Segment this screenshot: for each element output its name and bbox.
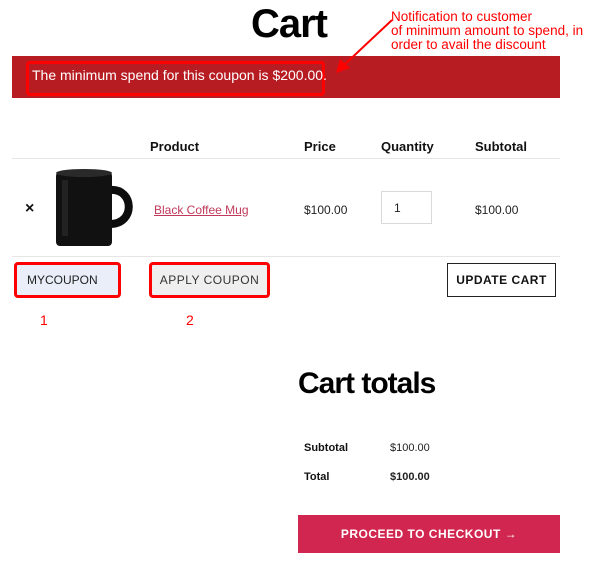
product-price: $100.00 <box>304 203 348 217</box>
coupon-code-input[interactable] <box>14 262 121 298</box>
annotation-arrow <box>336 19 393 73</box>
annotation-callout-line: of minimum amount to spend, in <box>391 23 584 38</box>
column-header-price: Price <box>304 139 336 154</box>
product-name-link[interactable]: Black Coffee Mug <box>154 203 249 217</box>
annotation-callout-line: Notification to customer <box>391 9 533 24</box>
annotation-callout: Notification to customer of minimum amou… <box>391 10 583 52</box>
update-cart-button[interactable]: UPDATE CART <box>447 263 556 297</box>
product-thumbnail-mug[interactable] <box>52 166 138 248</box>
total-value: $100.00 <box>390 471 430 483</box>
total-label: Total <box>304 471 330 483</box>
annotation-label-1: 1 <box>40 312 48 328</box>
notice-message: The minimum spend for this coupon is $20… <box>32 67 327 83</box>
remove-item-icon[interactable]: × <box>25 200 34 218</box>
subtotal-value: $100.00 <box>390 442 430 454</box>
cart-totals-title: Cart totals <box>298 367 436 400</box>
column-header-subtotal: Subtotal <box>475 139 527 154</box>
quantity-input[interactable] <box>381 191 432 224</box>
annotation-label-2: 2 <box>186 312 194 328</box>
column-header-product: Product <box>150 139 200 154</box>
apply-coupon-button[interactable]: APPLY COUPON <box>149 262 270 298</box>
table-divider <box>12 158 560 159</box>
column-header-quantity: Quantity <box>381 139 434 154</box>
product-subtotal: $100.00 <box>475 203 519 217</box>
proceed-to-checkout-button[interactable]: PROCEED TO CHECKOUT → <box>298 515 560 553</box>
annotation-callout-line: order to avail the discount <box>391 37 546 52</box>
subtotal-label: Subtotal <box>304 442 348 454</box>
table-divider <box>12 256 560 257</box>
